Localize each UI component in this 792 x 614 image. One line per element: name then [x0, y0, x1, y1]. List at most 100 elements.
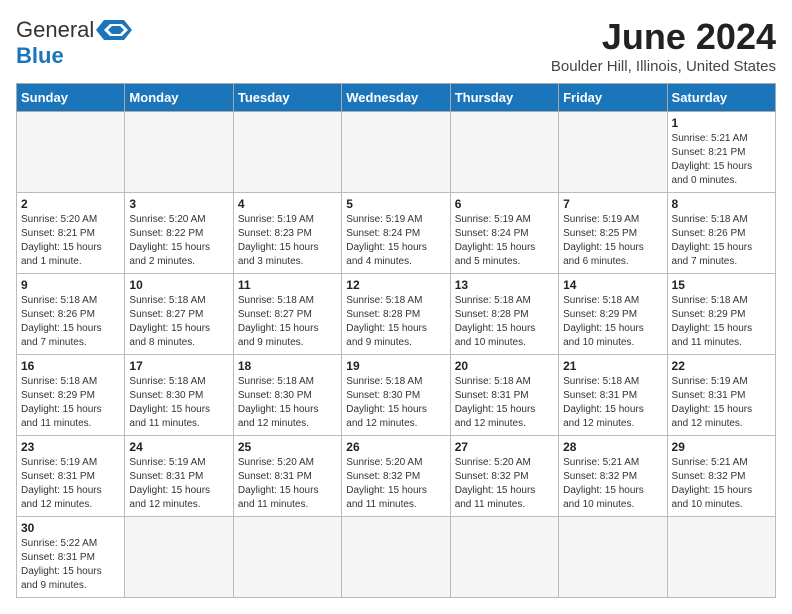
day-number: 12 — [346, 278, 445, 292]
table-row — [450, 517, 558, 598]
day-number: 6 — [455, 197, 554, 211]
day-number: 27 — [455, 440, 554, 454]
logo-blue: Blue — [16, 44, 64, 68]
header: General Blue June 2024 Boulder Hill, Ill… — [16, 16, 776, 75]
table-row: 7 Sunrise: 5:19 AM Sunset: 8:25 PM Daylig… — [559, 193, 667, 274]
day-info: Sunrise: 5:18 AM Sunset: 8:31 PM Dayligh… — [455, 375, 554, 431]
col-monday: Monday — [125, 84, 233, 112]
title-area: June 2024 Boulder Hill, Illinois, United… — [551, 16, 776, 75]
day-number: 5 — [346, 197, 445, 211]
day-number: 8 — [672, 197, 771, 211]
table-row: 23 Sunrise: 5:19 AM Sunset: 8:31 PM Dayli… — [17, 436, 125, 517]
day-info: Sunrise: 5:18 AM Sunset: 8:27 PM Dayligh… — [238, 294, 337, 350]
day-info: Sunrise: 5:18 AM Sunset: 8:28 PM Dayligh… — [455, 294, 554, 350]
table-row — [667, 517, 775, 598]
day-number: 26 — [346, 440, 445, 454]
col-tuesday: Tuesday — [233, 84, 341, 112]
day-info: Sunrise: 5:21 AM Sunset: 8:32 PM Dayligh… — [672, 456, 771, 512]
table-row: 16 Sunrise: 5:18 AM Sunset: 8:29 PM Dayli… — [17, 355, 125, 436]
day-number: 10 — [129, 278, 228, 292]
day-info: Sunrise: 5:21 AM Sunset: 8:32 PM Dayligh… — [563, 456, 662, 512]
col-sunday: Sunday — [17, 84, 125, 112]
day-number: 11 — [238, 278, 337, 292]
day-info: Sunrise: 5:20 AM Sunset: 8:31 PM Dayligh… — [238, 456, 337, 512]
col-thursday: Thursday — [450, 84, 558, 112]
table-row: 19 Sunrise: 5:18 AM Sunset: 8:30 PM Dayli… — [342, 355, 450, 436]
day-number: 2 — [21, 197, 120, 211]
table-row: 22Sunrise: 5:19 AM Sunset: 8:31 PM Dayli… — [667, 355, 775, 436]
day-info: Sunrise: 5:19 AM Sunset: 8:31 PM Dayligh… — [129, 456, 228, 512]
table-row: 12 Sunrise: 5:18 AM Sunset: 8:28 PM Dayli… — [342, 274, 450, 355]
table-row: 21Sunrise: 5:18 AM Sunset: 8:31 PM Dayli… — [559, 355, 667, 436]
table-row: 18 Sunrise: 5:18 AM Sunset: 8:30 PM Dayli… — [233, 355, 341, 436]
day-number: 13 — [455, 278, 554, 292]
day-number: 24 — [129, 440, 228, 454]
calendar-week-row: 23 Sunrise: 5:19 AM Sunset: 8:31 PM Dayli… — [17, 436, 776, 517]
day-number: 4 — [238, 197, 337, 211]
table-row: 1 Sunrise: 5:21 AM Sunset: 8:21 PM Daylig… — [667, 112, 775, 193]
table-row: 4Sunrise: 5:19 AM Sunset: 8:23 PM Daylig… — [233, 193, 341, 274]
day-info: Sunrise: 5:19 AM Sunset: 8:31 PM Dayligh… — [21, 456, 120, 512]
table-row — [342, 517, 450, 598]
calendar-week-row: 30 Sunrise: 5:22 AM Sunset: 8:31 PM Dayli… — [17, 517, 776, 598]
table-row: 17Sunrise: 5:18 AM Sunset: 8:30 PM Dayli… — [125, 355, 233, 436]
day-info: Sunrise: 5:18 AM Sunset: 8:27 PM Dayligh… — [129, 294, 228, 350]
calendar-week-row: 9Sunrise: 5:18 AM Sunset: 8:26 PM Daylig… — [17, 274, 776, 355]
table-row: 20 Sunrise: 5:18 AM Sunset: 8:31 PM Dayli… — [450, 355, 558, 436]
day-info: Sunrise: 5:19 AM Sunset: 8:31 PM Dayligh… — [672, 375, 771, 431]
table-row: 26 Sunrise: 5:20 AM Sunset: 8:32 PM Dayli… — [342, 436, 450, 517]
day-number: 7 — [563, 197, 662, 211]
table-row — [17, 112, 125, 193]
table-row: 24 Sunrise: 5:19 AM Sunset: 8:31 PM Dayli… — [125, 436, 233, 517]
logo: General Blue — [16, 16, 132, 68]
day-number: 19 — [346, 359, 445, 373]
table-row: 14Sunrise: 5:18 AM Sunset: 8:29 PM Dayli… — [559, 274, 667, 355]
day-info: Sunrise: 5:18 AM Sunset: 8:30 PM Dayligh… — [238, 375, 337, 431]
day-info: Sunrise: 5:19 AM Sunset: 8:24 PM Dayligh… — [455, 213, 554, 269]
day-number: 3 — [129, 197, 228, 211]
calendar-week-row: 2Sunrise: 5:20 AM Sunset: 8:21 PM Daylig… — [17, 193, 776, 274]
table-row: 9Sunrise: 5:18 AM Sunset: 8:26 PM Daylig… — [17, 274, 125, 355]
day-info: Sunrise: 5:22 AM Sunset: 8:31 PM Dayligh… — [21, 537, 120, 593]
table-row: 6 Sunrise: 5:19 AM Sunset: 8:24 PM Daylig… — [450, 193, 558, 274]
day-number: 18 — [238, 359, 337, 373]
table-row — [233, 112, 341, 193]
calendar-week-row: 1 Sunrise: 5:21 AM Sunset: 8:21 PM Daylig… — [17, 112, 776, 193]
table-row: 13 Sunrise: 5:18 AM Sunset: 8:28 PM Dayli… — [450, 274, 558, 355]
table-row: 28 Sunrise: 5:21 AM Sunset: 8:32 PM Dayli… — [559, 436, 667, 517]
table-row: 3 Sunrise: 5:20 AM Sunset: 8:22 PM Daylig… — [125, 193, 233, 274]
day-number: 1 — [672, 116, 771, 130]
table-row — [559, 517, 667, 598]
day-number: 23 — [21, 440, 120, 454]
day-info: Sunrise: 5:18 AM Sunset: 8:26 PM Dayligh… — [21, 294, 120, 350]
day-number: 20 — [455, 359, 554, 373]
table-row — [125, 112, 233, 193]
table-row: 11 Sunrise: 5:18 AM Sunset: 8:27 PM Dayli… — [233, 274, 341, 355]
table-row — [559, 112, 667, 193]
day-number: 16 — [21, 359, 120, 373]
table-row — [342, 112, 450, 193]
calendar-week-row: 16 Sunrise: 5:18 AM Sunset: 8:29 PM Dayli… — [17, 355, 776, 436]
day-number: 21 — [563, 359, 662, 373]
day-info: Sunrise: 5:19 AM Sunset: 8:25 PM Dayligh… — [563, 213, 662, 269]
table-row: 30 Sunrise: 5:22 AM Sunset: 8:31 PM Dayli… — [17, 517, 125, 598]
day-info: Sunrise: 5:20 AM Sunset: 8:22 PM Dayligh… — [129, 213, 228, 269]
calendar-header-row: Sunday Monday Tuesday Wednesday Thursday… — [17, 84, 776, 112]
day-info: Sunrise: 5:20 AM Sunset: 8:32 PM Dayligh… — [346, 456, 445, 512]
day-info: Sunrise: 5:18 AM Sunset: 8:28 PM Dayligh… — [346, 294, 445, 350]
day-number: 29 — [672, 440, 771, 454]
table-row: 27Sunrise: 5:20 AM Sunset: 8:32 PM Dayli… — [450, 436, 558, 517]
day-info: Sunrise: 5:21 AM Sunset: 8:21 PM Dayligh… — [672, 132, 771, 188]
day-info: Sunrise: 5:18 AM Sunset: 8:30 PM Dayligh… — [346, 375, 445, 431]
col-friday: Friday — [559, 84, 667, 112]
table-row: 29 Sunrise: 5:21 AM Sunset: 8:32 PM Dayli… — [667, 436, 775, 517]
day-number: 14 — [563, 278, 662, 292]
location-title: Boulder Hill, Illinois, United States — [551, 58, 776, 75]
day-number: 17 — [129, 359, 228, 373]
day-number: 25 — [238, 440, 337, 454]
day-number: 15 — [672, 278, 771, 292]
day-info: Sunrise: 5:18 AM Sunset: 8:29 PM Dayligh… — [672, 294, 771, 350]
day-number: 30 — [21, 521, 120, 535]
day-number: 28 — [563, 440, 662, 454]
day-info: Sunrise: 5:18 AM Sunset: 8:29 PM Dayligh… — [21, 375, 120, 431]
